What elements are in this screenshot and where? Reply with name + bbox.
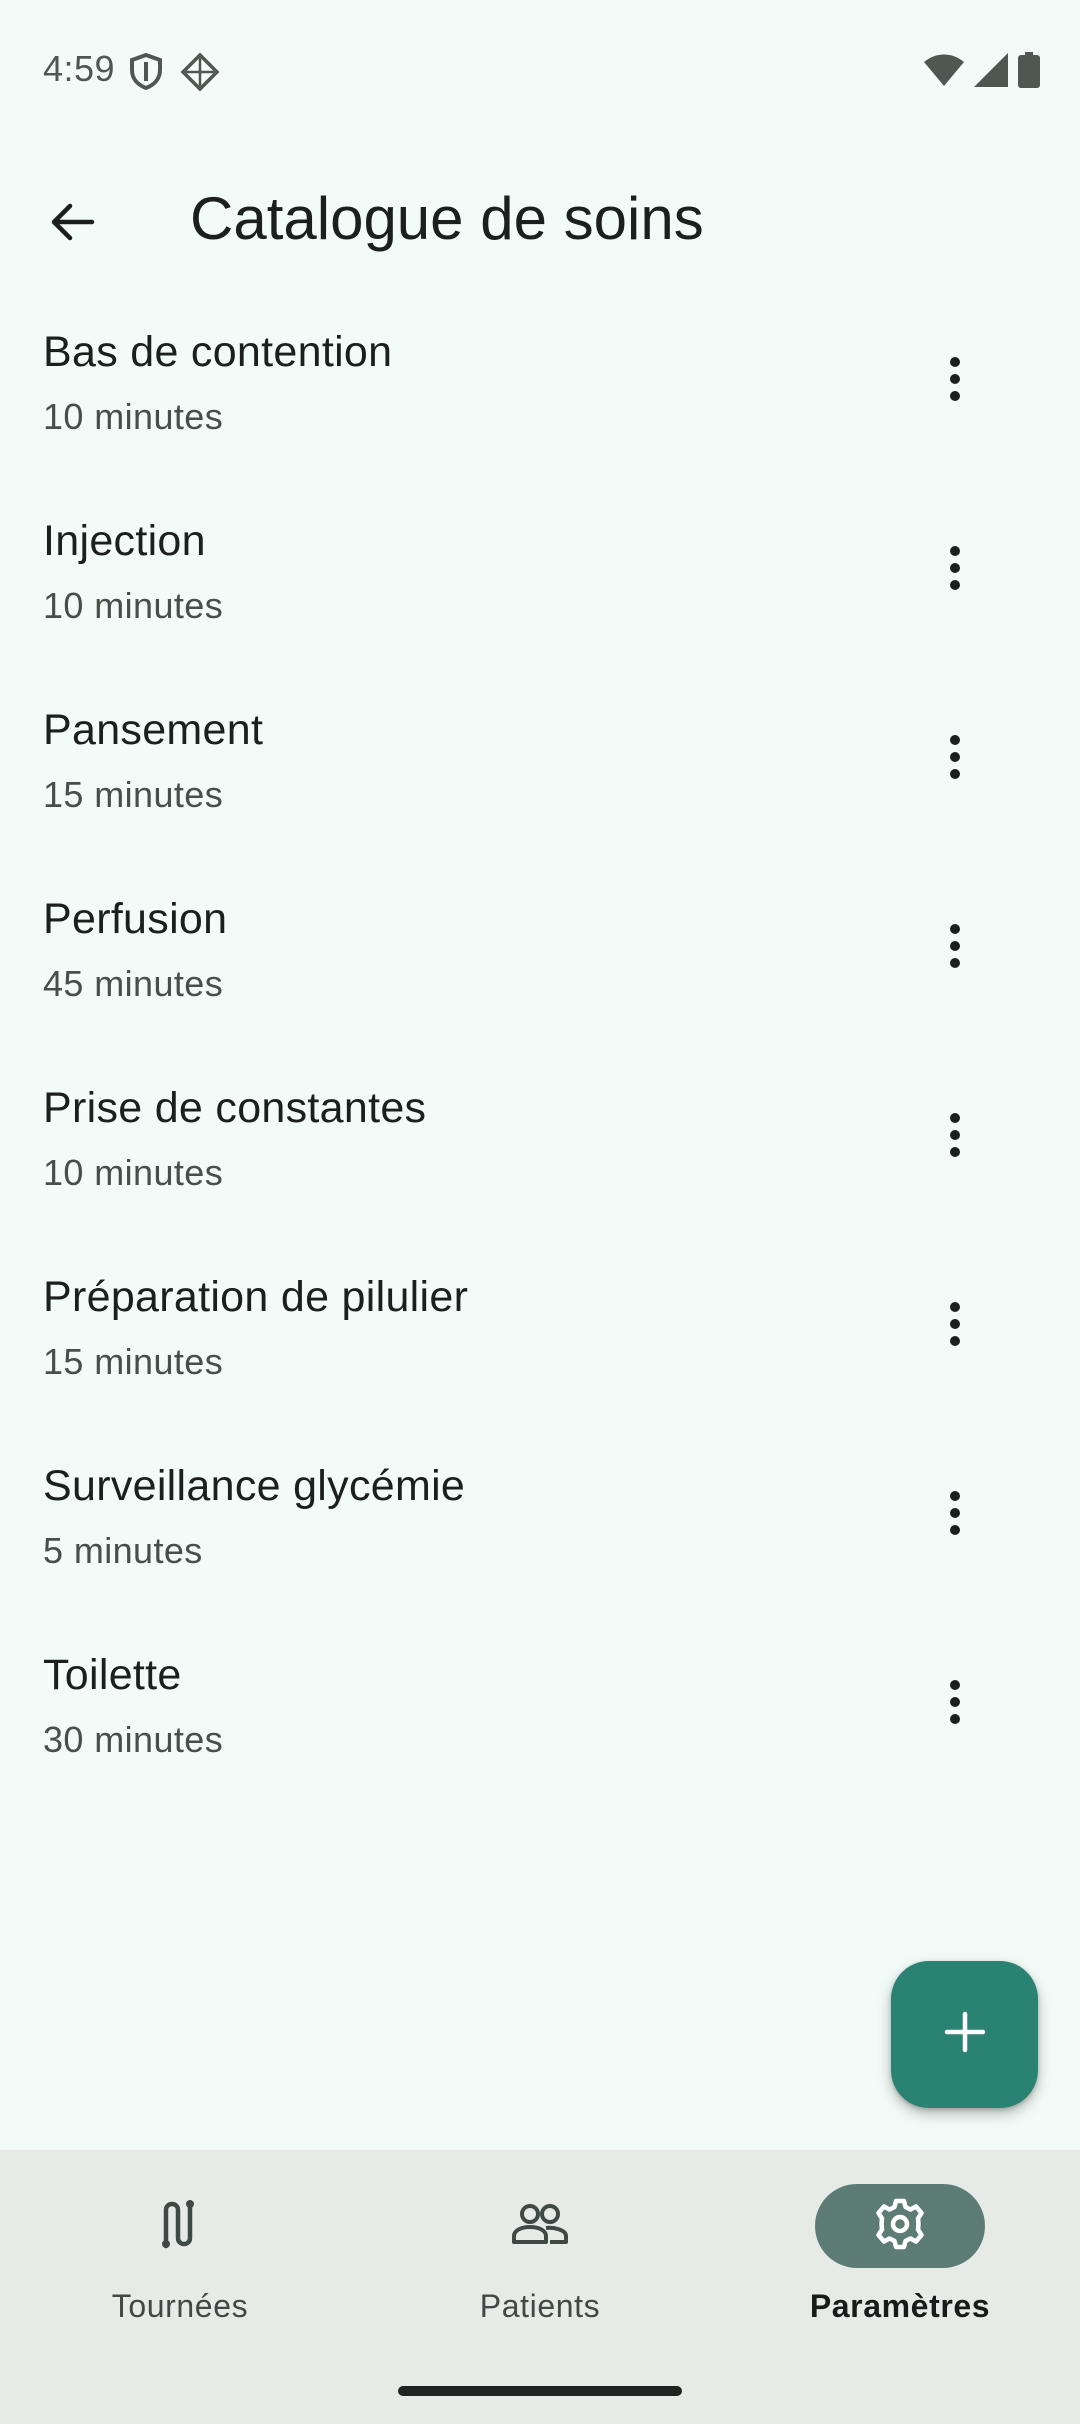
more-vert-icon: [949, 1112, 961, 1162]
list-item[interactable]: Bas de contention 10 minutes: [0, 298, 1080, 487]
shield-icon: [128, 52, 164, 97]
wifi-icon: [924, 54, 964, 91]
more-options-button[interactable]: [920, 346, 990, 416]
nav-pill: [455, 2184, 625, 2268]
nav-item-patients[interactable]: Patients: [415, 2184, 665, 2334]
arrow-left-icon: [48, 198, 96, 251]
status-time: 4:59: [43, 48, 116, 89]
cellular-signal-icon: [974, 53, 1008, 92]
list-item[interactable]: Préparation de pilulier 15 minutes: [0, 1243, 1080, 1432]
more-options-button[interactable]: [920, 1480, 990, 1550]
page-title: Catalogue de soins: [190, 185, 704, 252]
care-duration: 10 minutes: [43, 585, 224, 626]
more-vert-icon: [949, 734, 961, 784]
nav-pill: [95, 2184, 265, 2268]
care-list: Bas de contention 10 minutes Injection 1…: [0, 298, 1080, 1810]
diamond-grid-icon: [180, 52, 220, 97]
more-vert-icon: [949, 356, 961, 406]
nav-label: Patients: [479, 2288, 601, 2324]
list-item[interactable]: Prise de constantes 10 minutes: [0, 1054, 1080, 1243]
list-item[interactable]: Injection 10 minutes: [0, 487, 1080, 676]
care-name: Perfusion: [43, 895, 228, 943]
more-options-button[interactable]: [920, 724, 990, 794]
route-icon: [156, 2198, 204, 2255]
care-name: Préparation de pilulier: [43, 1273, 469, 1321]
more-options-button[interactable]: [920, 1102, 990, 1172]
list-item[interactable]: Surveillance glycémie 5 minutes: [0, 1432, 1080, 1621]
list-item[interactable]: Perfusion 45 minutes: [0, 865, 1080, 1054]
nav-label: Paramètres: [809, 2288, 991, 2324]
care-name: Injection: [43, 517, 206, 565]
list-item[interactable]: Pansement 15 minutes: [0, 676, 1080, 865]
add-care-button[interactable]: [891, 1961, 1038, 2108]
battery-icon: [1018, 52, 1040, 93]
care-duration: 30 minutes: [43, 1719, 224, 1760]
more-vert-icon: [949, 923, 961, 973]
home-indicator[interactable]: [398, 2386, 682, 2396]
care-name: Toilette: [43, 1651, 182, 1699]
more-options-button[interactable]: [920, 1291, 990, 1361]
bottom-navigation: Tournées Patients Paramètres: [0, 2150, 1080, 2424]
more-vert-icon: [949, 1301, 961, 1351]
more-vert-icon: [949, 1490, 961, 1540]
care-duration: 5 minutes: [43, 1530, 203, 1571]
care-name: Pansement: [43, 706, 264, 754]
nav-item-tournees[interactable]: Tournées: [55, 2184, 305, 2334]
more-options-button[interactable]: [920, 535, 990, 605]
nav-label: Tournées: [111, 2288, 249, 2324]
app-bar: Catalogue de soins: [0, 160, 1080, 270]
care-duration: 15 minutes: [43, 774, 224, 815]
care-name: Surveillance glycémie: [43, 1462, 466, 1510]
plus-icon: [943, 2010, 987, 2059]
more-vert-icon: [949, 1679, 961, 1729]
more-options-button[interactable]: [920, 913, 990, 983]
care-duration: 10 minutes: [43, 1152, 224, 1193]
back-button[interactable]: [30, 182, 114, 266]
care-name: Prise de constantes: [43, 1084, 427, 1132]
care-duration: 10 minutes: [43, 396, 224, 437]
more-vert-icon: [949, 545, 961, 595]
more-options-button[interactable]: [920, 1669, 990, 1739]
nav-item-parametres[interactable]: Paramètres: [775, 2184, 1025, 2334]
care-duration: 15 minutes: [43, 1341, 224, 1382]
care-duration: 45 minutes: [43, 963, 224, 1004]
care-name: Bas de contention: [43, 328, 393, 376]
people-icon: [510, 2202, 570, 2251]
nav-pill-active: [815, 2184, 985, 2268]
list-item[interactable]: Toilette 30 minutes: [0, 1621, 1080, 1810]
status-bar: 4:59: [0, 0, 1080, 140]
gear-icon: [873, 2197, 927, 2256]
